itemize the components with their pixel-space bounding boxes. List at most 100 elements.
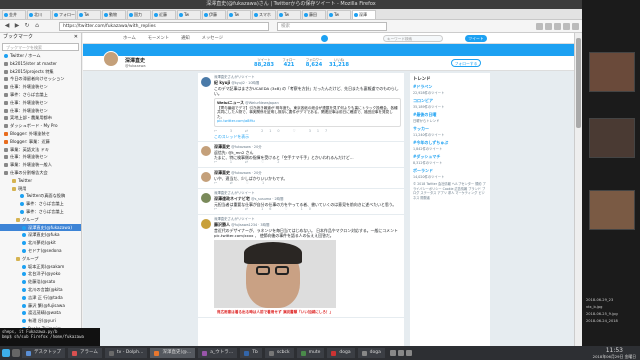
bookmark-item[interactable]: ダッシュボード - My Pro xyxy=(0,122,81,130)
tweet-avatar[interactable] xyxy=(201,192,211,203)
tweet-author[interactable]: 藤沢勝人 xyxy=(214,222,230,227)
tweet[interactable]: 深澤直史 @fukazawa · 20分 返信先: @t_mn2 さん たまに、… xyxy=(198,142,404,168)
url-bar[interactable]: https://twitter.com/fukazawa/with_replie… xyxy=(59,21,269,31)
menu-icon[interactable] xyxy=(572,22,579,30)
browser-tab[interactable]: フォロー xyxy=(52,9,76,19)
tweet-avatar[interactable] xyxy=(201,77,211,87)
browser-tab[interactable]: Tw xyxy=(277,9,301,19)
bookmark-item[interactable]: bk2015/ster at master xyxy=(0,60,81,68)
desktop-file-label[interactable]: vtx_b.jpg xyxy=(586,305,602,309)
stat-following[interactable]: フォロー 421 xyxy=(278,57,300,68)
nav-messages[interactable]: メッセージ xyxy=(202,35,223,41)
bookmark-search-input[interactable]: ブックマークを検索 xyxy=(2,43,79,51)
trend-item[interactable]: #ドラベン 22,928件のツイート xyxy=(413,84,487,95)
pager-icon[interactable] xyxy=(12,349,20,357)
bookmark-item[interactable]: 北川夢花(@kit xyxy=(0,239,81,247)
clock[interactable]: 11:53 2018年06月29日 金曜日 xyxy=(593,347,640,359)
library-icon[interactable] xyxy=(545,22,552,30)
browser-tab[interactable]: Tw xyxy=(177,9,201,19)
sidebar-icon[interactable] xyxy=(554,22,561,30)
nav-moments[interactable]: モーメント xyxy=(148,35,169,41)
tweet-button[interactable]: ツイート xyxy=(465,35,487,42)
taskbar-task[interactable]: a_ウトラ… xyxy=(198,348,238,358)
tweet[interactable]: 深澤直史 @fukazawa · 20分 いや、適当だ、少しばかりいいかもです。… xyxy=(198,168,404,189)
twitter-bird-icon[interactable] xyxy=(321,35,328,42)
trend-item[interactable]: #最後の日曜 日曜からトレンド xyxy=(413,112,487,123)
bookmark-item[interactable]: セドナ(@sedona xyxy=(0,247,81,255)
desktop-file-label[interactable]: 2018-06-25_9.jpg xyxy=(586,312,618,316)
page-scrollbar[interactable] xyxy=(574,33,582,346)
taskbar-task[interactable]: doga xyxy=(357,348,385,358)
forward-arrow-icon[interactable]: ▶ xyxy=(13,22,21,30)
tweet-actions[interactable]: ↩ 2 ⇄ 16 ♡ 10 xyxy=(214,207,401,212)
trend-item[interactable]: コロンビア 35,189件のツイート xyxy=(413,98,487,109)
home-icon[interactable]: ⌂ xyxy=(33,22,41,30)
volume-icon[interactable] xyxy=(397,350,404,356)
bookmark-item[interactable]: 仕事の分割報告大会 xyxy=(0,169,81,177)
tweet-author[interactable]: 紀 kyuji xyxy=(214,80,230,85)
bookmark-item[interactable]: 有理 谷(@yuri xyxy=(0,317,81,325)
tweet-actions[interactable]: ↩ 1 ⇄ ♡ 2 xyxy=(214,160,401,165)
sidebar-title[interactable]: ブックマーク xyxy=(3,33,33,42)
tweet-avatar[interactable] xyxy=(201,171,211,182)
bookmark-item[interactable]: 北川の言論(@kita xyxy=(0,286,81,294)
tweet[interactable]: 深澤直史さんがリツイート 紀 kyuji @kyuji2 · 10時間 このデマ… xyxy=(198,73,404,142)
trend-item[interactable]: サッカー 11,240件のツイート xyxy=(413,126,487,137)
bookmark-item[interactable]: 深澤直史(@fuka xyxy=(0,231,81,239)
bookmark-item[interactable]: 渡辺茂晴(@wata xyxy=(0,309,81,317)
bookmark-item[interactable]: 坂本正男(@sakam xyxy=(0,263,81,271)
download-icon[interactable] xyxy=(536,22,543,30)
bookmark-item[interactable]: 今日の滞留者向けセッション xyxy=(0,75,81,83)
show-thread-link[interactable]: このスレッドを表示 xyxy=(214,134,401,139)
taskbar-task[interactable]: tv - Dolph… xyxy=(104,348,148,358)
stat-likes[interactable]: いいね 31,218 xyxy=(328,57,350,68)
bookmark-item[interactable]: 事件：さらば言論上 xyxy=(0,200,81,208)
browser-tab[interactable]: 金井 xyxy=(2,9,26,19)
desktop-file-thumbnail[interactable] xyxy=(589,52,635,92)
browser-tab[interactable]: 近藤 xyxy=(152,9,176,19)
bookmark-item[interactable]: Twitter xyxy=(0,177,81,185)
bookmark-item[interactable]: Blogger: 事業：近藤 xyxy=(0,138,81,146)
bookmark-item[interactable]: 北台洋子(@yoko xyxy=(0,270,81,278)
app-launcher-icon[interactable] xyxy=(2,349,10,357)
scrollbar-thumb[interactable] xyxy=(576,38,581,128)
extension-icon[interactable] xyxy=(563,22,570,30)
browser-tab[interactable]: 深澤 xyxy=(352,9,376,19)
taskbar-task[interactable]: doga xyxy=(327,348,355,358)
nav-notifications[interactable]: 通知 xyxy=(181,35,190,41)
browser-tab[interactable]: 北川 xyxy=(27,9,51,19)
taskbar-task[interactable]: デスクトップ xyxy=(22,348,65,358)
browser-tab[interactable]: 伊藤 xyxy=(202,9,226,19)
bookmark-item[interactable]: 仕事：外壊塗装セン xyxy=(0,153,81,161)
browser-tab[interactable]: Tw xyxy=(77,9,101,19)
bookmark-item[interactable]: 実地上部・農業用都市 xyxy=(0,114,81,122)
bookmark-item[interactable]: 吉津 正 行(@tada xyxy=(0,294,81,302)
terminal-overlay[interactable]: sheps, it Fukazawa.py/b bmp$ sh/sub Fire… xyxy=(0,328,100,346)
twitter-footer[interactable]: © 2018 Twitter 会社情報 ヘルプセンター 規約 プライバシーポリシ… xyxy=(413,182,487,200)
tweet-avatar[interactable] xyxy=(201,145,211,156)
reload-icon[interactable]: ↻ xyxy=(23,22,31,30)
bookmark-item[interactable]: 仕事：外壊塗装セン xyxy=(0,99,81,107)
bookmark-item[interactable]: 事件：さらば言論上 xyxy=(0,208,81,216)
taskbar-task[interactable]: mute xyxy=(296,348,325,358)
bookmark-item[interactable]: 事業：英語文法 ドキ xyxy=(0,146,81,154)
taskbar-task[interactable]: アラーム xyxy=(68,348,102,358)
close-icon[interactable]: ✕ xyxy=(74,33,78,42)
bookmark-item[interactable]: Twitterの真面な投稿 xyxy=(0,192,81,200)
stat-tweets[interactable]: ツイート 88,283 xyxy=(253,57,275,68)
tweet-author[interactable]: 深澤直史 xyxy=(214,170,230,175)
quoted-tweet[interactable]: Weluiニュース @WelurNewsJapan 【寄与番組でデマ】引き続き報… xyxy=(214,98,401,127)
desktop-file-thumbnail[interactable] xyxy=(589,190,635,230)
tweet-actions[interactable]: ↩ ⇄ ♡ 1 xyxy=(214,181,401,186)
bookmark-item[interactable]: 佐藤浩(@sato xyxy=(0,278,81,286)
tweet-author[interactable]: 深澤達政ネイナビ宅 xyxy=(214,196,250,201)
bookmark-item[interactable]: グループ xyxy=(0,255,81,263)
twitter-search-input[interactable]: キーワード検索 xyxy=(383,35,443,42)
browser-tab[interactable]: スマホ xyxy=(252,9,276,19)
desktop-file-thumbnail[interactable] xyxy=(589,118,635,158)
tweet[interactable]: 深澤直史さんがリツイート 深澤達政ネイナビ宅 @s_susuma · 2時間 元… xyxy=(198,189,404,215)
taskbar-task[interactable]: Tb xyxy=(240,348,262,358)
bookmark-item[interactable]: 事件：さらば言論上 xyxy=(0,91,81,99)
browser-tab[interactable]: 国力 xyxy=(127,9,151,19)
browser-tab[interactable]: Tw xyxy=(227,9,251,19)
